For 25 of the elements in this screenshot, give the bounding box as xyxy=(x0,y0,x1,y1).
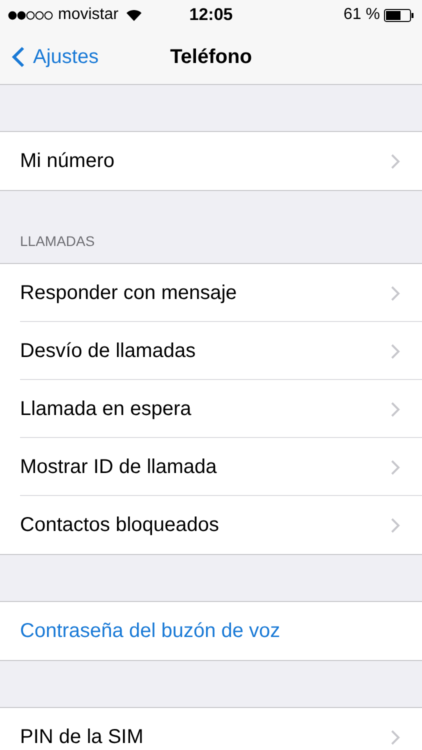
section-header: LLAMADAS xyxy=(20,232,95,251)
list-item[interactable]: Llamada en espera xyxy=(0,380,422,438)
page-title: Teléfono xyxy=(170,45,252,70)
chevron-icon xyxy=(391,460,400,474)
chevron-icon xyxy=(391,344,400,358)
list-item[interactable]: Mostrar ID de llamada xyxy=(0,438,422,496)
list-item[interactable]: Mi número xyxy=(0,132,422,190)
carrier-name: movistar xyxy=(58,5,118,25)
wifi-icon xyxy=(126,9,142,21)
battery-percent: 61 % xyxy=(344,5,380,25)
list-item[interactable]: PIN de la SIM xyxy=(0,708,422,750)
chevron-icon xyxy=(391,402,400,416)
back-chevron-icon xyxy=(12,46,25,68)
list-item[interactable]: Responder con mensaje xyxy=(0,264,422,322)
battery-icon xyxy=(384,8,414,22)
list-item[interactable]: Desvío de llamadas xyxy=(0,322,422,380)
signal-icon xyxy=(8,10,54,20)
chevron-icon xyxy=(391,730,400,744)
chevron-icon xyxy=(391,518,400,532)
list-item[interactable]: Contactos bloqueados xyxy=(0,496,422,554)
chevron-icon xyxy=(391,286,400,300)
list-item[interactable]: Contraseña del buzón de voz xyxy=(0,602,422,660)
chevron-icon xyxy=(391,154,400,168)
back-button[interactable]: Ajustes xyxy=(0,42,99,72)
clock-time: 12:05 xyxy=(188,4,234,26)
